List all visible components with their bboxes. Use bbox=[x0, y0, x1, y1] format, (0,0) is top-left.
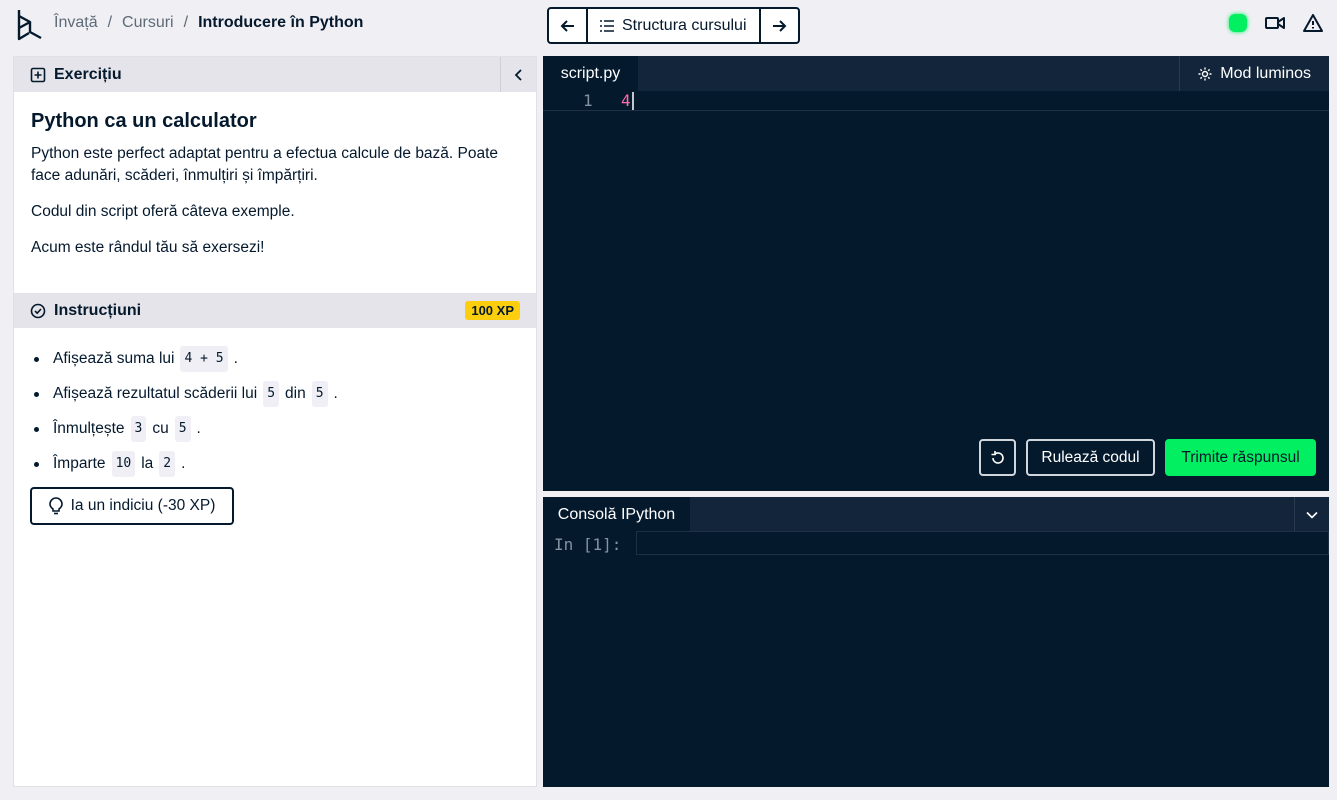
exercise-section-header: Exercițiu bbox=[14, 57, 536, 92]
lightbulb-icon bbox=[48, 497, 63, 515]
inline-code: 10 bbox=[111, 451, 136, 477]
breadcrumb-separator: / bbox=[183, 14, 189, 31]
console-input[interactable] bbox=[636, 531, 1329, 555]
arrow-left-icon bbox=[560, 19, 574, 32]
bullet bbox=[34, 426, 39, 432]
exercise-icon bbox=[30, 67, 46, 82]
video-camera-icon[interactable] bbox=[1265, 15, 1285, 31]
xp-badge: 100 XP bbox=[465, 301, 520, 320]
breadcrumb-courses[interactable]: Cursuri bbox=[122, 14, 174, 32]
console-tab-bar: Consolă IPython bbox=[543, 497, 1329, 532]
inline-code: 5 bbox=[311, 381, 328, 407]
instructions-section-header: Instrucțiuni 100 XP bbox=[14, 293, 536, 328]
warning-icon[interactable] bbox=[1303, 14, 1323, 32]
chevron-left-icon bbox=[514, 68, 522, 81]
list-icon bbox=[600, 19, 614, 32]
code-line[interactable]: 1 4 bbox=[543, 91, 1329, 111]
sun-icon bbox=[1198, 67, 1212, 80]
chevron-down-icon bbox=[1306, 511, 1318, 519]
tab-script-py[interactable]: script.py bbox=[543, 56, 638, 91]
instruction-text: din bbox=[285, 385, 306, 402]
instruction-text: cu bbox=[152, 420, 169, 437]
exercise-paragraph: Codul din script oferă câteva exemple. bbox=[31, 203, 295, 220]
breadcrumb: Învață / Cursuri / Introducere în Python bbox=[54, 14, 363, 32]
instruction-item: Afișează rezultatul scăderii lui 5 din 5… bbox=[30, 381, 518, 407]
next-exercise-button[interactable] bbox=[761, 9, 798, 42]
inline-code: 2 bbox=[159, 451, 176, 477]
text-cursor bbox=[632, 92, 634, 110]
arrow-right-icon bbox=[773, 19, 787, 32]
check-circle-icon bbox=[30, 303, 46, 318]
inline-code: 3 bbox=[130, 416, 147, 442]
collapse-console-button[interactable] bbox=[1294, 497, 1329, 532]
instruction-text: Afișează rezultatul scăderii lui bbox=[53, 385, 258, 402]
code-area[interactable]: 1 4 bbox=[543, 91, 1329, 421]
instruction-text: . bbox=[333, 385, 338, 402]
instruction-item: Înmulțește 3 cu 5 . bbox=[30, 416, 518, 442]
instruction-text: la bbox=[141, 455, 154, 472]
bullet bbox=[34, 356, 39, 362]
instruction-item: Împarte 10 la 2 . bbox=[30, 451, 518, 477]
breadcrumb-separator: / bbox=[107, 14, 113, 31]
editor-tab-bar: script.py Mod luminos bbox=[543, 56, 1329, 91]
exercise-title: Python ca un calculator bbox=[31, 110, 257, 132]
breadcrumb-current-course[interactable]: Introducere în Python bbox=[198, 14, 363, 32]
exercise-section-label: Exercițiu bbox=[54, 65, 122, 83]
ipython-console: Consolă IPython In [1]: bbox=[543, 497, 1329, 787]
submit-answer-button[interactable]: Trimite răspunsul bbox=[1165, 439, 1316, 476]
bullet bbox=[34, 391, 39, 397]
editor-actions: Rulează codul Trimite răspunsul bbox=[979, 439, 1316, 476]
instruction-text: . bbox=[233, 350, 238, 367]
instruction-text: Afișează suma lui bbox=[53, 350, 175, 367]
collapse-panel-button[interactable] bbox=[500, 57, 536, 92]
inline-code: 5 bbox=[174, 416, 191, 442]
instructions-content: Afișează suma lui 4 + 5 . Afișează rezul… bbox=[14, 328, 536, 525]
code-editor: script.py Mod luminos 1 4 Rulează codul … bbox=[543, 56, 1329, 491]
bullet bbox=[34, 461, 39, 467]
instruction-text: . bbox=[196, 420, 201, 437]
reset-code-button[interactable] bbox=[979, 439, 1016, 476]
datacamp-logo-icon[interactable] bbox=[16, 8, 44, 42]
instructions-list: Afișează suma lui 4 + 5 . Afișează rezul… bbox=[30, 346, 518, 477]
exercise-panel: Exercițiu Python ca un calculator Python… bbox=[13, 56, 537, 787]
instruction-text: Împarte bbox=[53, 455, 106, 472]
status-indicator-icon[interactable] bbox=[1229, 14, 1247, 32]
reset-icon bbox=[991, 450, 1004, 464]
instruction-text: . bbox=[181, 455, 186, 472]
exercise-paragraph: Acum este rândul tău să exersezi! bbox=[31, 239, 265, 256]
top-right-icons bbox=[1229, 14, 1323, 32]
tab-ipython-console[interactable]: Consolă IPython bbox=[543, 497, 690, 532]
course-outline-label: Structura cursului bbox=[622, 16, 747, 34]
code-text: 4 bbox=[621, 91, 631, 110]
course-nav-group: Structura cursului bbox=[547, 7, 800, 44]
exercise-paragraph: Python este perfect adaptat pentru a efe… bbox=[31, 145, 499, 184]
instructions-section-label: Instrucțiuni bbox=[54, 301, 142, 319]
light-mode-label: Mod luminos bbox=[1220, 64, 1311, 82]
line-number: 1 bbox=[583, 91, 593, 110]
course-outline-button[interactable]: Structura cursului bbox=[586, 9, 761, 42]
hint-label: Ia un indiciu (-30 XP) bbox=[70, 497, 216, 514]
inline-code: 5 bbox=[263, 381, 280, 407]
instruction-text: Înmulțește bbox=[53, 420, 125, 437]
top-bar: Învață / Cursuri / Introducere în Python… bbox=[0, 0, 1337, 50]
breadcrumb-learn[interactable]: Învață bbox=[54, 14, 98, 32]
light-mode-button[interactable]: Mod luminos bbox=[1179, 56, 1329, 91]
exercise-content: Python ca un calculator Python este perf… bbox=[14, 92, 536, 279]
inline-code: 4 + 5 bbox=[180, 346, 228, 372]
instruction-item: Afișează suma lui 4 + 5 . bbox=[30, 346, 518, 372]
previous-exercise-button[interactable] bbox=[549, 9, 586, 42]
hint-button[interactable]: Ia un indiciu (-30 XP) bbox=[30, 487, 234, 525]
console-prompt: In [1]: bbox=[554, 535, 622, 554]
run-code-button[interactable]: Rulează codul bbox=[1026, 439, 1155, 476]
